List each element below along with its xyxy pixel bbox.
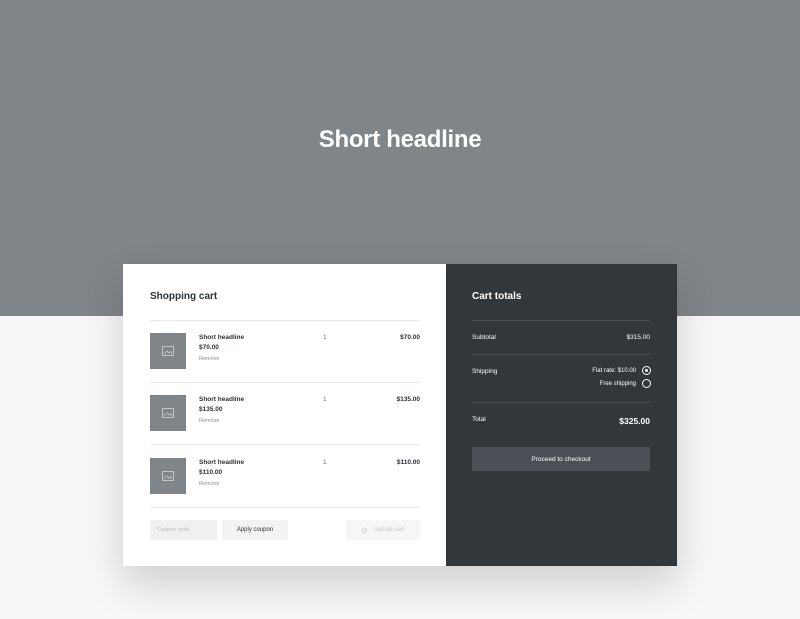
divider xyxy=(472,402,650,403)
divider xyxy=(150,444,420,445)
shipping-option-label: Free shipping xyxy=(599,380,636,387)
image-placeholder-icon xyxy=(162,471,174,481)
image-placeholder-icon xyxy=(162,408,174,418)
proceed-to-checkout-button[interactable]: Proceed to checkout xyxy=(472,447,650,471)
radio-unselected-icon[interactable] xyxy=(642,379,651,388)
hero-title: Short headline xyxy=(318,126,482,153)
item-quantity[interactable]: 1 xyxy=(323,396,327,403)
remove-link[interactable]: Remove xyxy=(199,481,219,487)
remove-link[interactable]: Remove xyxy=(199,418,219,424)
item-quantity[interactable]: 1 xyxy=(323,459,327,466)
product-thumbnail xyxy=(150,333,186,369)
divider xyxy=(472,354,650,355)
image-placeholder-icon xyxy=(162,346,174,356)
item-total: $70.00 xyxy=(400,334,420,341)
update-cart-button[interactable]: Update cart xyxy=(346,520,420,540)
item-name: Short headline xyxy=(199,334,245,341)
refresh-icon xyxy=(362,527,369,533)
divider xyxy=(150,320,420,321)
remove-link[interactable]: Remove xyxy=(199,356,219,362)
shopping-cart-panel: Shopping cart Short headline $70.00 Remo… xyxy=(123,264,446,566)
cart-item: Short headline $135.00 Remove 1 $135.00 xyxy=(150,395,420,457)
shipping-option-flat-rate[interactable]: Flat rate: $10.00 xyxy=(592,366,651,375)
total-label: Total xyxy=(472,416,486,423)
shipping-label: Shipping xyxy=(472,368,498,375)
divider xyxy=(150,507,420,508)
cart-totals-panel: Cart totals Subtotal $315.00 Shipping Fl… xyxy=(446,264,677,566)
cart-item: Short headline $70.00 Remove 1 $70.00 xyxy=(150,333,420,395)
subtotal-value: $315.00 xyxy=(626,334,651,341)
cart-card: Shopping cart Short headline $70.00 Remo… xyxy=(123,264,677,566)
totals-title: Cart totals xyxy=(472,291,522,302)
item-total: $135.00 xyxy=(396,396,421,403)
shipping-option-free[interactable]: Free shipping xyxy=(600,379,651,388)
divider xyxy=(472,320,650,321)
subtotal-label: Subtotal xyxy=(472,334,496,341)
item-quantity[interactable]: 1 xyxy=(323,334,327,341)
product-thumbnail xyxy=(150,458,186,494)
total-value: $325.00 xyxy=(619,416,650,426)
apply-coupon-button[interactable]: Apply coupon xyxy=(222,520,288,540)
cart-item: Short headline $110.00 Remove 1 $110.00 xyxy=(150,458,420,520)
coupon-code-input[interactable] xyxy=(150,520,217,540)
item-name: Short headline xyxy=(199,396,245,403)
radio-selected-icon[interactable] xyxy=(642,366,651,375)
divider xyxy=(150,382,420,383)
item-price: $70.00 xyxy=(199,344,219,351)
item-price: $110.00 xyxy=(199,469,223,476)
cart-title: Shopping cart xyxy=(150,291,218,302)
item-name: Short headline xyxy=(199,459,245,466)
product-thumbnail xyxy=(150,395,186,431)
update-cart-label: Update cart xyxy=(373,527,405,533)
item-price: $135.00 xyxy=(199,406,223,413)
item-total: $110.00 xyxy=(396,459,420,466)
shipping-option-label: Flat rate: $10.00 xyxy=(592,367,636,374)
